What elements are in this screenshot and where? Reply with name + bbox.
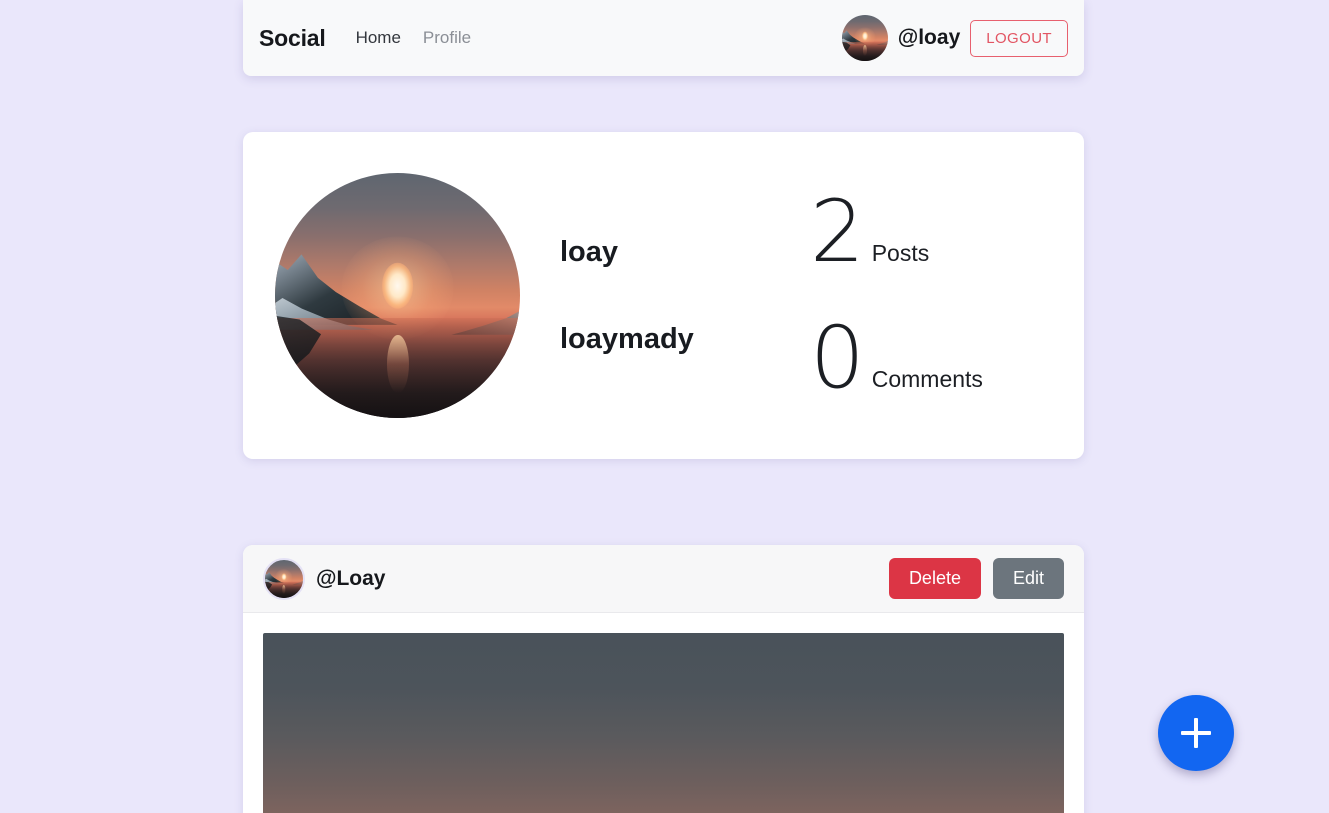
nav-user-area: @loay LOGOUT [841,15,1068,61]
nav-links: Home Profile [356,28,472,48]
avatar-sun-icon [381,262,414,309]
brand-logo[interactable]: Social [259,25,326,52]
navbar: Social Home Profile @loay LOGOUT [243,0,1084,76]
stat-posts-value: 2 [810,182,865,283]
profile-card: loay loaymady 2 Posts 0 Comments [243,132,1084,459]
avatar-sun-icon [281,573,287,581]
stat-comments-label: Comments [871,365,983,392]
profile-stats: 2 Posts 0 Comments [810,182,983,408]
profile-names: loay loaymady [560,236,800,356]
plus-icon-bar [1181,731,1211,735]
stat-posts-label: Posts [871,240,930,267]
post-body [243,613,1084,813]
create-post-fab[interactable] [1158,695,1234,771]
post-actions: Delete Edit [888,558,1064,599]
navbar-user-handle: @loay [897,26,961,49]
profile-avatar[interactable] [275,173,520,418]
stat-posts: 2 Posts [810,182,983,283]
post-header: @Loay Delete Edit [243,545,1084,613]
avatar-sun-icon [861,31,868,41]
avatar-sun-reflection-icon [386,334,409,394]
post-author-handle: @Loay [316,566,386,590]
stat-comments: 0 Comments [810,307,983,408]
stat-comments-value: 0 [810,307,865,408]
navbar-avatar[interactable] [841,15,888,61]
logout-button[interactable]: LOGOUT [970,19,1068,57]
edit-post-button[interactable]: Edit [992,558,1064,599]
post-author-avatar[interactable] [263,557,305,600]
post-card: @Loay Delete Edit [243,545,1084,813]
nav-link-home[interactable]: Home [356,28,401,48]
app-page: Social Home Profile @loay LOGOUT loay lo… [0,0,1329,813]
profile-display-name: loay [560,235,619,268]
post-image[interactable] [263,633,1064,813]
nav-link-profile[interactable]: Profile [423,28,471,48]
profile-username: loaymady [560,322,694,355]
delete-post-button[interactable]: Delete [888,558,981,599]
